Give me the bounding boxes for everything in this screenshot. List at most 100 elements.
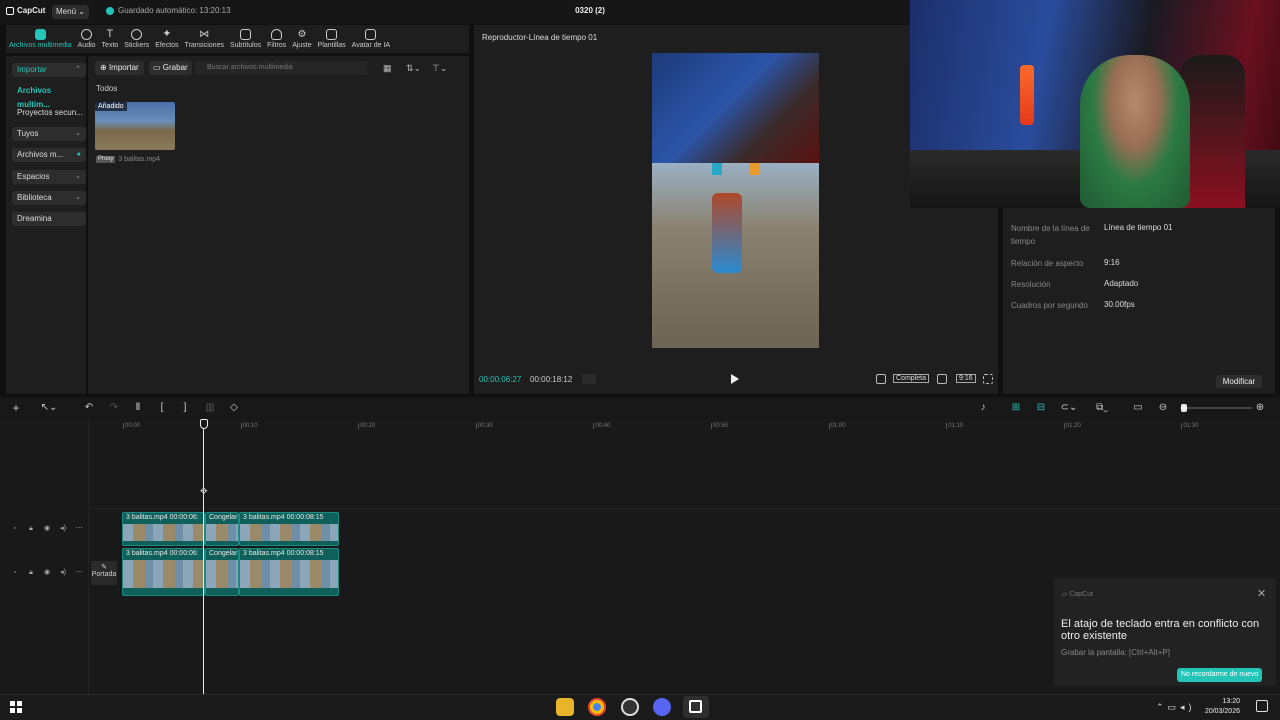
trim-right-icon[interactable]: ] xyxy=(180,403,190,413)
zoom-in-icon[interactable]: ⊕ xyxy=(1255,403,1265,413)
linkage-icon[interactable]: ⊟ xyxy=(1034,403,1048,413)
capcut-logo-icon xyxy=(689,700,702,713)
more-icon[interactable]: ⋯ xyxy=(75,525,83,533)
playhead-handle[interactable] xyxy=(200,419,208,429)
sidebar-item-import[interactable]: Importar ⌃ xyxy=(12,63,86,77)
audio-icon xyxy=(81,29,93,40)
sidebar-item-label: Biblioteca xyxy=(17,193,52,202)
tab-subtitles[interactable]: Subtítulos xyxy=(227,25,264,53)
video-clip[interactable]: 3 balitas.mp4 00:00:08:15 xyxy=(239,548,339,596)
crop-icon[interactable] xyxy=(876,374,886,384)
marker-icon[interactable]: ◇ xyxy=(229,403,239,413)
clip-label: 3 balitas.mp4 00:00:08:15 xyxy=(243,514,324,521)
quality-button[interactable]: Completa xyxy=(893,374,929,383)
windows-start-icon[interactable] xyxy=(10,701,22,713)
grid-view-icon[interactable]: ▦ xyxy=(383,63,392,74)
delete-icon[interactable]: ▥ xyxy=(205,403,215,413)
volume-icon[interactable]: ◂) xyxy=(59,525,67,533)
obs-icon[interactable] xyxy=(621,698,639,716)
tab-media[interactable]: Archivos multimedia xyxy=(6,25,75,53)
tray-clock[interactable]: 13:20 20/03/2026 xyxy=(1200,697,1240,717)
sidebar-item-spaces[interactable]: Espacios ⌄ xyxy=(12,170,86,184)
magnet-icon[interactable]: ⊞ xyxy=(1009,403,1023,413)
freeze-clip[interactable]: Congelar xyxy=(205,512,239,546)
video-clip[interactable]: 3 balitas.mp4 00:00:06: xyxy=(122,548,205,596)
chrome-icon[interactable] xyxy=(588,698,606,716)
import-button[interactable]: ⊕ Importar xyxy=(95,61,144,75)
modify-button[interactable]: Modificar xyxy=(1216,375,1262,388)
aspect-ratio-button[interactable]: 9:16 xyxy=(956,374,976,383)
fullscreen-icon[interactable] xyxy=(983,374,993,384)
lock-icon[interactable]: 🔒︎ xyxy=(27,569,35,577)
search-input[interactable]: Buscar archivos multimedia xyxy=(195,61,367,75)
cover-button[interactable]: ✎ Portada xyxy=(91,561,117,585)
add-track-icon[interactable]: + xyxy=(11,402,21,414)
tab-filters[interactable]: Filtros xyxy=(264,25,289,53)
fit-screen-icon[interactable] xyxy=(937,374,947,384)
zoom-out-icon[interactable]: ⊖ xyxy=(1158,403,1168,413)
redo-icon[interactable]: ↷ xyxy=(109,403,119,413)
close-icon[interactable]: ✕ xyxy=(1257,587,1266,600)
sidebar-item-secondary-projects[interactable]: Proyectos secun... xyxy=(12,106,86,120)
detail-key: Cuadros por segundo xyxy=(1011,301,1088,310)
tab-label: Stickers xyxy=(124,42,150,49)
video-preview[interactable] xyxy=(652,53,819,348)
zoom-slider[interactable] xyxy=(1180,407,1252,409)
system-tray[interactable]: ⌃▭◂) xyxy=(1156,702,1196,713)
record-button[interactable]: ▭ Grabar xyxy=(149,61,192,75)
sidebar-item-media-files[interactable]: Archivos multim... xyxy=(12,84,86,109)
volume-icon[interactable]: ◂) xyxy=(59,569,67,577)
play-icon[interactable] xyxy=(731,374,739,384)
video-clip[interactable]: 3 balitas.mp4 00:00:08:15 xyxy=(239,512,339,546)
sidebar-item-library[interactable]: Biblioteca ⌄ xyxy=(12,191,86,205)
freeze-clip[interactable]: Congelar xyxy=(205,548,239,596)
ruler-label: 00:40 xyxy=(595,423,611,429)
toast-subtitle: Grabar la pantalla: [Ctrl+Alt+P] xyxy=(1061,648,1170,657)
playhead[interactable] xyxy=(203,419,204,694)
filter-icon[interactable]: ⊤⌄ xyxy=(432,63,447,74)
dont-remind-button[interactable]: No recordarme de nuevo xyxy=(1177,668,1263,682)
sidebar-item-yours[interactable]: Tuyos ⌄ xyxy=(12,127,86,141)
zoom-slider-handle[interactable] xyxy=(1181,404,1187,412)
sidebar-item-label: Tuyos xyxy=(17,129,39,138)
tab-stickers[interactable]: Stickers xyxy=(121,25,152,53)
eye-icon[interactable]: ◉ xyxy=(43,525,51,533)
lock-icon[interactable]: 🔒︎ xyxy=(27,525,35,533)
sort-icon[interactable]: ⇅⌄ xyxy=(406,63,421,74)
tab-adjust[interactable]: ⚙ Ajuste xyxy=(289,25,314,53)
sidebar-item-label: Proyectos secun... xyxy=(17,108,83,117)
sidebar-item-label: Importar xyxy=(17,65,47,74)
video-clip[interactable]: 3 balitas.mp4 00:00:06: xyxy=(122,512,205,546)
sidebar-item-files[interactable]: Archivos m... ● xyxy=(12,148,86,162)
ai-avatar-icon xyxy=(365,29,377,40)
caption-icon[interactable]: ▭ xyxy=(1133,403,1143,413)
more-icon[interactable]: ⋯ xyxy=(75,569,83,577)
notifications-icon[interactable] xyxy=(1256,700,1268,712)
eye-icon[interactable]: ◉ xyxy=(43,569,51,577)
undo-icon[interactable]: ↶ xyxy=(84,403,94,413)
split-icon[interactable]: Ⅱ xyxy=(133,403,143,413)
toast-title: El atajo de teclado entra en conflicto c… xyxy=(1061,618,1260,642)
file-explorer-icon[interactable] xyxy=(556,698,574,716)
menu-button[interactable]: Menú ⌄ xyxy=(52,5,89,19)
track-toggle-icon[interactable]: ▫ xyxy=(11,569,19,577)
discord-icon[interactable] xyxy=(653,698,671,716)
preview-axis-icon[interactable]: ⧉⌄ xyxy=(1091,403,1113,413)
trim-left-icon[interactable]: [ xyxy=(157,403,167,413)
timecode-toggle-icon[interactable] xyxy=(582,374,596,384)
tab-effects[interactable]: ✦ Efectos xyxy=(152,25,181,53)
tab-text[interactable]: T Texto xyxy=(99,25,122,53)
tab-label: Ajuste xyxy=(292,42,312,49)
microphone-icon[interactable]: ♪ xyxy=(978,403,988,413)
tab-audio[interactable]: Audio xyxy=(75,25,99,53)
select-tool-icon[interactable]: ↖⌄ xyxy=(38,403,60,413)
tab-templates[interactable]: Plantillas xyxy=(315,25,349,53)
tab-ai-avatar[interactable]: Avatar de IA xyxy=(349,25,393,53)
sidebar-item-dreamina[interactable]: Dreamina xyxy=(12,212,86,226)
filters-icon xyxy=(271,29,283,40)
ruler-tick xyxy=(123,423,124,429)
track-toggle-icon[interactable]: ▫ xyxy=(11,525,19,533)
tab-transitions[interactable]: ⋈ Transiciones xyxy=(182,25,227,53)
link-icon[interactable]: ⊂⌄ xyxy=(1058,403,1080,413)
capcut-taskbar-icon[interactable] xyxy=(683,696,709,718)
